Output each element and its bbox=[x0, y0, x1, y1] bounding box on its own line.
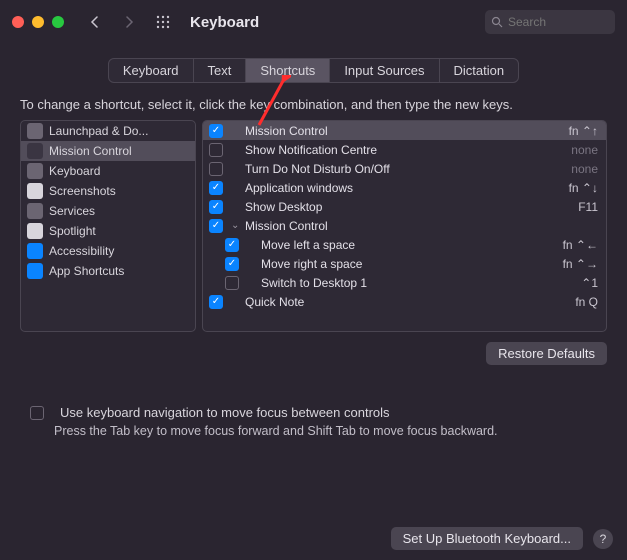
shortcut-row[interactable]: Show Notification Centrenone bbox=[203, 140, 606, 159]
shortcut-key[interactable]: fn Q bbox=[575, 295, 598, 309]
sidebar-item-label: Launchpad & Do... bbox=[49, 124, 148, 138]
shortcut-row[interactable]: Mission Controlfn ⌃↑ bbox=[203, 121, 606, 140]
sidebar-item-accessibility[interactable]: Accessibility bbox=[21, 241, 195, 261]
shortcut-checkbox[interactable] bbox=[209, 295, 223, 309]
shortcut-list: Mission Controlfn ⌃↑Show Notification Ce… bbox=[202, 120, 607, 332]
tab-text[interactable]: Text bbox=[194, 59, 247, 82]
shortcut-checkbox[interactable] bbox=[209, 143, 223, 157]
sidebar-item-icon bbox=[27, 123, 43, 139]
sidebar-item-icon bbox=[27, 163, 43, 179]
search-icon bbox=[491, 16, 503, 28]
shortcut-checkbox[interactable] bbox=[209, 181, 223, 195]
tab-input-sources[interactable]: Input Sources bbox=[330, 59, 439, 82]
minimize-window-button[interactable] bbox=[32, 16, 44, 28]
shortcut-label: Show Notification Centre bbox=[245, 143, 571, 157]
sidebar-item-label: Keyboard bbox=[49, 164, 100, 178]
sidebar-item-label: Screenshots bbox=[49, 184, 116, 198]
window-controls bbox=[12, 16, 64, 28]
sidebar-item-label: Services bbox=[49, 204, 95, 218]
sidebar-item-label: Accessibility bbox=[49, 244, 114, 258]
sidebar-item-launchpad-do[interactable]: Launchpad & Do... bbox=[21, 121, 195, 141]
category-sidebar: Launchpad & Do... Mission Control Keyboard… bbox=[20, 120, 196, 332]
zoom-window-button[interactable] bbox=[52, 16, 64, 28]
shortcut-key[interactable]: F11 bbox=[578, 200, 598, 214]
shortcut-checkbox[interactable] bbox=[209, 162, 223, 176]
shortcut-checkbox[interactable] bbox=[209, 219, 223, 233]
bluetooth-keyboard-button[interactable]: Set Up Bluetooth Keyboard... bbox=[391, 527, 583, 550]
tab-dictation[interactable]: Dictation bbox=[440, 59, 519, 82]
shortcut-row[interactable]: Move left a spacefn ⌃← bbox=[203, 235, 606, 254]
sidebar-item-spotlight[interactable]: Spotlight bbox=[21, 221, 195, 241]
sidebar-item-icon bbox=[27, 143, 43, 159]
shortcut-checkbox[interactable] bbox=[225, 238, 239, 252]
shortcut-label: Show Desktop bbox=[245, 200, 578, 214]
sidebar-item-label: Spotlight bbox=[49, 224, 96, 238]
sidebar-item-screenshots[interactable]: Screenshots bbox=[21, 181, 195, 201]
shortcut-label: Mission Control bbox=[245, 124, 569, 138]
tab-keyboard[interactable]: Keyboard bbox=[109, 59, 194, 82]
window-title: Keyboard bbox=[190, 14, 259, 31]
sidebar-item-icon bbox=[27, 223, 43, 239]
shortcut-label: Move left a space bbox=[261, 238, 563, 252]
sidebar-item-icon bbox=[27, 183, 43, 199]
shortcut-key[interactable]: fn ⌃↓ bbox=[569, 181, 598, 195]
shortcut-key[interactable]: none bbox=[571, 162, 598, 176]
sidebar-item-label: App Shortcuts bbox=[49, 264, 124, 278]
shortcut-row[interactable]: Switch to Desktop 1⌃1 bbox=[203, 273, 606, 292]
shortcut-row[interactable]: Move right a spacefn ⌃→ bbox=[203, 254, 606, 273]
keyboard-nav-checkbox[interactable] bbox=[30, 406, 44, 420]
shortcut-label: Switch to Desktop 1 bbox=[261, 276, 581, 290]
forward-button[interactable] bbox=[116, 10, 142, 34]
shortcut-key[interactable]: fn ⌃↑ bbox=[569, 124, 598, 138]
tab-shortcuts[interactable]: Shortcuts bbox=[246, 59, 330, 82]
shortcut-label: Quick Note bbox=[245, 295, 575, 309]
sidebar-item-keyboard[interactable]: Keyboard bbox=[21, 161, 195, 181]
instruction-text: To change a shortcut, select it, click t… bbox=[0, 93, 627, 120]
back-button[interactable] bbox=[82, 10, 108, 34]
shortcut-row[interactable]: Show DesktopF11 bbox=[203, 197, 606, 216]
keyboard-nav-hint: Press the Tab key to move focus forward … bbox=[0, 420, 627, 438]
shortcut-row[interactable]: Quick Notefn Q bbox=[203, 292, 606, 311]
sidebar-item-app-shortcuts[interactable]: App Shortcuts bbox=[21, 261, 195, 281]
shortcut-label: Application windows bbox=[245, 181, 569, 195]
show-all-icon[interactable] bbox=[150, 10, 176, 34]
restore-defaults-button[interactable]: Restore Defaults bbox=[486, 342, 607, 365]
keyboard-nav-label: Use keyboard navigation to move focus be… bbox=[60, 405, 390, 420]
shortcut-key[interactable]: none bbox=[571, 143, 598, 157]
shortcut-checkbox[interactable] bbox=[209, 124, 223, 138]
titlebar: Keyboard bbox=[0, 0, 627, 44]
shortcut-checkbox[interactable] bbox=[225, 257, 239, 271]
sidebar-item-mission-control[interactable]: Mission Control bbox=[21, 141, 195, 161]
sidebar-item-services[interactable]: Services bbox=[21, 201, 195, 221]
shortcut-label: Mission Control bbox=[245, 219, 598, 233]
shortcut-checkbox[interactable] bbox=[225, 276, 239, 290]
shortcut-label: Move right a space bbox=[261, 257, 563, 271]
shortcut-row[interactable]: Application windowsfn ⌃↓ bbox=[203, 178, 606, 197]
sidebar-item-icon bbox=[27, 243, 43, 259]
shortcut-key[interactable]: fn ⌃→ bbox=[563, 257, 598, 271]
tab-bar: KeyboardTextShortcutsInput SourcesDictat… bbox=[0, 58, 627, 83]
search-field[interactable] bbox=[485, 10, 615, 34]
help-button[interactable]: ? bbox=[593, 529, 613, 549]
sidebar-item-icon bbox=[27, 203, 43, 219]
shortcut-key[interactable]: ⌃1 bbox=[581, 276, 598, 290]
search-input[interactable] bbox=[508, 15, 598, 29]
shortcut-row[interactable]: ⌄Mission Control bbox=[203, 216, 606, 235]
shortcut-key[interactable]: fn ⌃← bbox=[563, 238, 598, 252]
disclosure-triangle-icon[interactable]: ⌄ bbox=[231, 220, 243, 231]
close-window-button[interactable] bbox=[12, 16, 24, 28]
sidebar-item-icon bbox=[27, 263, 43, 279]
shortcut-label: Turn Do Not Disturb On/Off bbox=[245, 162, 571, 176]
shortcut-checkbox[interactable] bbox=[209, 200, 223, 214]
shortcut-row[interactable]: Turn Do Not Disturb On/Offnone bbox=[203, 159, 606, 178]
sidebar-item-label: Mission Control bbox=[49, 144, 132, 158]
